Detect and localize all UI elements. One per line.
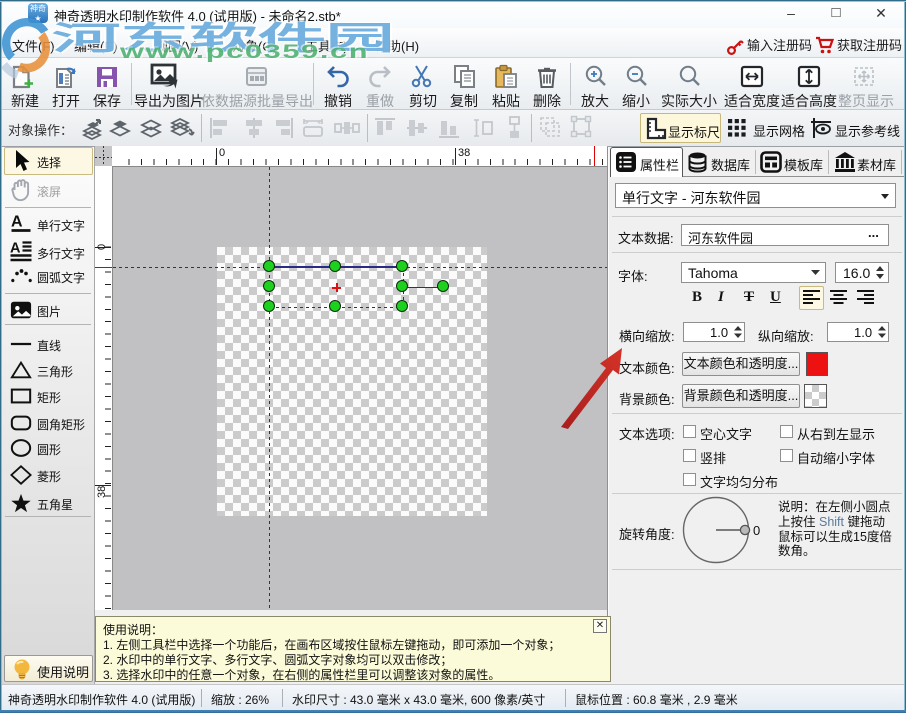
svg-text:A: A [10,241,21,257]
svg-text:A: A [11,214,23,231]
